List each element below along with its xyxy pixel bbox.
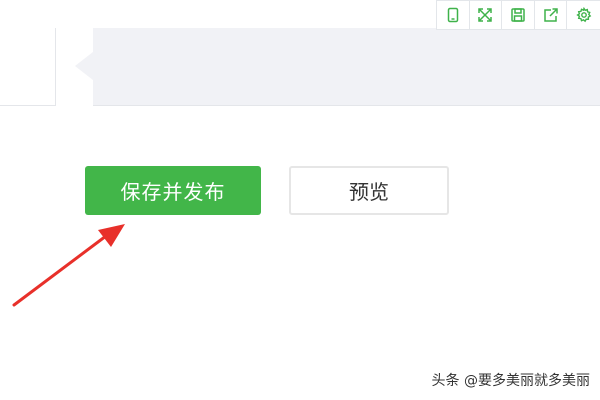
settings-button[interactable] [567,1,600,29]
mobile-preview-icon [447,7,459,23]
share-icon [543,8,558,22]
save-icon [511,8,525,22]
settings-icon [576,7,592,23]
fullscreen-button[interactable] [470,1,503,29]
preview-button[interactable]: 预览 [289,166,449,215]
watermark: 头条 @要多美丽就多美丽 [432,370,590,390]
save-button[interactable] [502,1,535,29]
top-toolbar [436,0,600,30]
share-button[interactable] [535,1,568,29]
editor-pointer [75,52,93,80]
editor-page: 保存并发布 预览 头条 @要多美丽就多美丽 [0,0,600,400]
left-panel [0,28,56,106]
editor-area[interactable] [93,28,600,106]
watermark-text: 头条 @要多美丽就多美丽 [431,373,590,389]
fullscreen-icon [478,8,493,22]
save-and-publish-button[interactable]: 保存并发布 [85,166,261,215]
mobile-preview-button[interactable] [437,1,470,29]
